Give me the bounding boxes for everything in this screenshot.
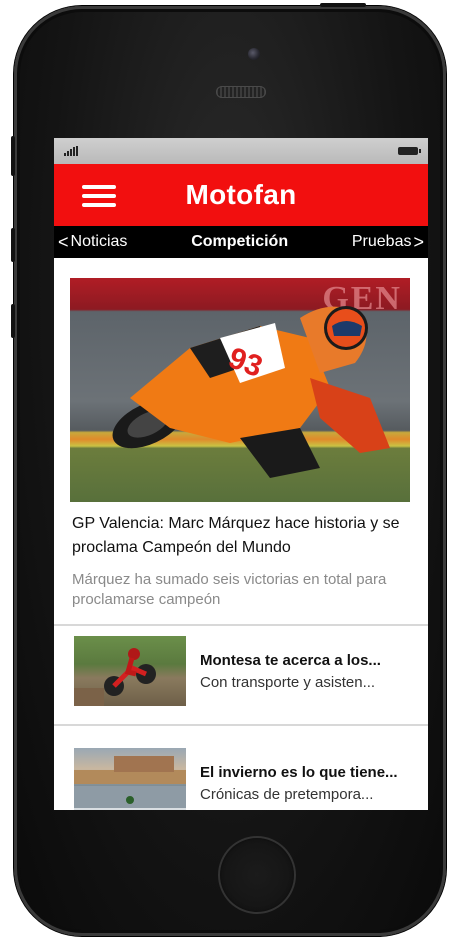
app-title: Motofan	[185, 179, 297, 210]
chevron-right-icon: >	[413, 232, 424, 252]
section-tabs: < Noticias Competición Pruebas >	[54, 226, 428, 258]
list-item[interactable]: El invierno es lo que tiene... Crónicas …	[54, 736, 428, 810]
article-subtitle: Con transporte y asisten...	[200, 674, 376, 691]
power-button	[320, 3, 366, 7]
menu-icon[interactable]	[82, 185, 116, 207]
signal-icon	[64, 146, 78, 156]
hero-headline[interactable]: GP Valencia: Marc Márquez hace historia …	[72, 512, 412, 560]
track-thumbnail	[74, 756, 186, 810]
article-thumbnail	[74, 636, 186, 706]
chevron-left-icon: <	[58, 232, 69, 252]
volume-up-button	[11, 228, 15, 262]
tab-label: Noticias	[70, 233, 128, 250]
app-screen: Motofan < Noticias Competición Pruebas >…	[54, 138, 428, 810]
article-thumbnail	[74, 748, 186, 810]
article-title: El invierno es lo que tiene...	[200, 764, 398, 781]
tab-noticias[interactable]: < Noticias	[58, 233, 127, 251]
tab-label: Pruebas	[351, 233, 412, 250]
front-camera	[248, 48, 260, 60]
battery-icon	[398, 147, 421, 155]
article-title: Montesa te acerca a los...	[200, 652, 381, 669]
motorcycle-rider-illustration: 93	[112, 306, 390, 478]
article-subtitle: Crónicas de pretempora...	[200, 786, 374, 803]
tab-label: Competición	[191, 233, 289, 250]
status-bar	[54, 138, 428, 164]
tab-pruebas[interactable]: Pruebas >	[352, 233, 424, 251]
hero-image[interactable]: GEN 93	[70, 278, 410, 502]
divider	[54, 724, 428, 726]
hero-summary: Márquez ha sumado seis victorias en tota…	[72, 571, 387, 608]
trial-bike-thumbnail	[74, 648, 156, 706]
volume-down-button	[11, 304, 15, 338]
home-button[interactable]	[218, 836, 296, 914]
app-header: Motofan	[54, 164, 428, 226]
earpiece-speaker	[216, 86, 266, 98]
mute-switch	[11, 136, 15, 176]
tab-competicion[interactable]: Competición	[191, 233, 288, 251]
list-item[interactable]: Montesa te acerca a los... Con transport…	[54, 624, 428, 712]
